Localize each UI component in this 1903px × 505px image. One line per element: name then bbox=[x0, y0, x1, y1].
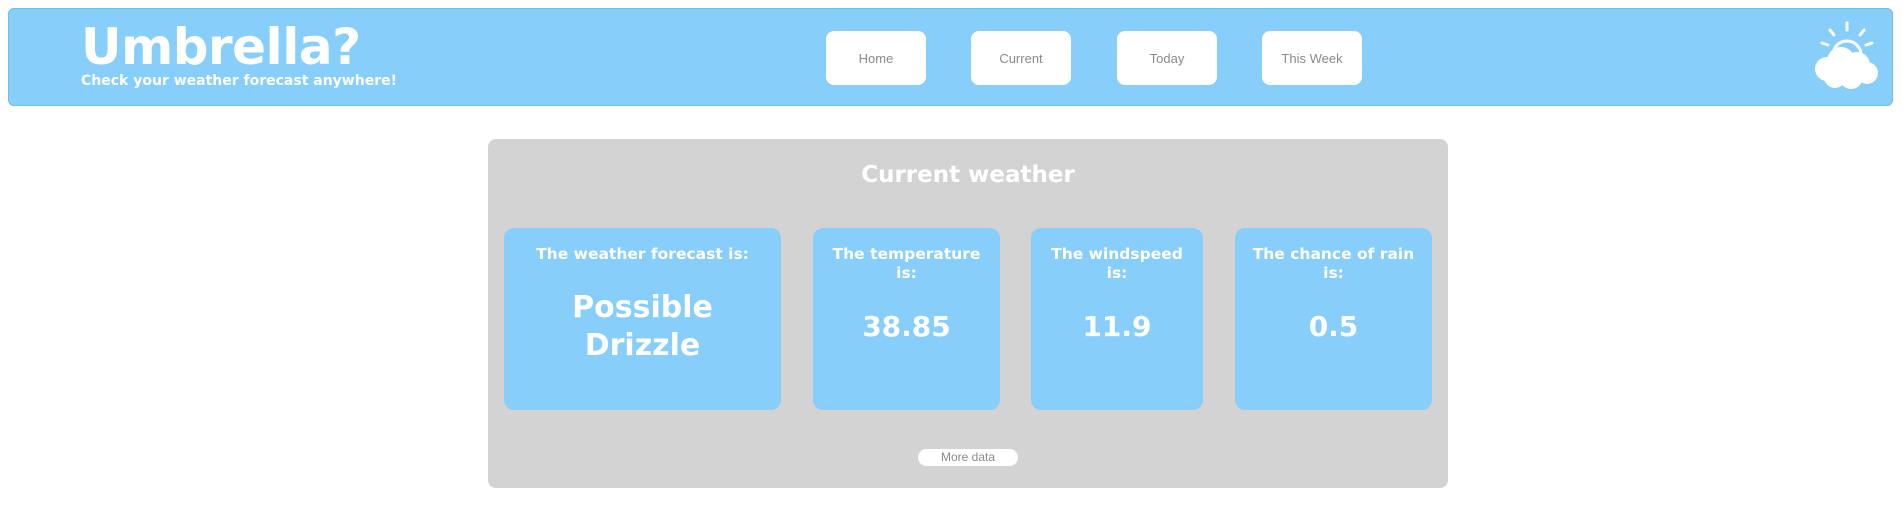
site-tagline: Check your weather forecast anywhere! bbox=[81, 73, 397, 89]
panel-title: Current weather bbox=[861, 162, 1075, 188]
rain-chance-value: 0.5 bbox=[1308, 310, 1359, 343]
nav-today-button[interactable]: Today bbox=[1117, 31, 1217, 85]
windspeed-value: 11.9 bbox=[1082, 310, 1152, 343]
more-data-button[interactable]: More data bbox=[918, 449, 1018, 466]
nav-this-week-button[interactable]: This Week bbox=[1262, 31, 1362, 85]
forecast-value: Possible Drizzle bbox=[572, 290, 713, 363]
nav-home-button[interactable]: Home bbox=[826, 31, 926, 85]
temperature-card: The temperature is: 38.85 bbox=[813, 228, 1000, 410]
forecast-card: The weather forecast is: Possible Drizzl… bbox=[504, 228, 781, 410]
sun-cloud-icon bbox=[1815, 21, 1878, 89]
rain-chance-card: The chance of rain is: 0.5 bbox=[1235, 228, 1432, 410]
windspeed-label: The windspeed is: bbox=[1051, 245, 1183, 282]
temperature-label: The temperature is: bbox=[832, 245, 981, 282]
site-title: Umbrella? bbox=[81, 18, 361, 76]
rain-chance-label: The chance of rain is: bbox=[1252, 245, 1415, 282]
site-header: Umbrella? Check your weather forecast an… bbox=[8, 8, 1893, 106]
forecast-label: The weather forecast is: bbox=[536, 245, 749, 263]
windspeed-card: The windspeed is: 11.9 bbox=[1031, 228, 1203, 410]
current-weather-panel: Current weather The weather forecast is:… bbox=[488, 139, 1448, 488]
temperature-value: 38.85 bbox=[862, 310, 951, 343]
nav-current-button[interactable]: Current bbox=[971, 31, 1071, 85]
